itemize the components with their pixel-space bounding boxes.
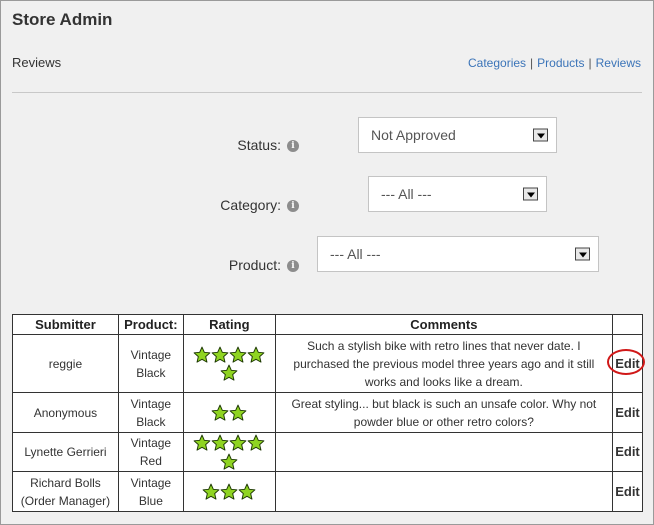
edit-cell: Edit	[611, 471, 644, 512]
product-cell: Vintage Blue	[117, 471, 184, 512]
edit-link[interactable]: Edit	[615, 484, 640, 499]
product-select[interactable]: --- All ---	[317, 236, 599, 272]
column-header-product: Product:	[117, 314, 184, 335]
info-icon[interactable]: i	[287, 260, 299, 273]
star-icon	[193, 434, 211, 451]
nav-link-products[interactable]: Products	[537, 56, 584, 70]
nav-separator: |	[530, 56, 534, 70]
star-icon	[220, 364, 238, 381]
column-header-submitter: Submitter	[12, 314, 119, 335]
edit-cell: Edit	[611, 392, 644, 433]
star-icon	[211, 346, 229, 363]
status-select-value: Not Approved	[371, 127, 456, 143]
star-icon	[211, 434, 229, 451]
rating-stars	[182, 432, 276, 472]
info-icon[interactable]: i	[287, 140, 299, 153]
edit-link[interactable]: Edit	[615, 405, 640, 420]
submitter-cell: Anonymous	[12, 392, 119, 433]
divider	[12, 92, 642, 93]
table-header-row: Submitter Product: Rating Comments	[12, 314, 644, 335]
dropdown-arrow-icon[interactable]	[533, 128, 548, 142]
star-icon	[238, 483, 256, 500]
star-icon	[247, 346, 265, 363]
dropdown-arrow-icon[interactable]	[575, 247, 590, 261]
column-header-actions	[611, 314, 644, 335]
edit-link[interactable]: Edit	[615, 444, 640, 459]
rating-stars	[182, 334, 276, 393]
category-select-value: --- All ---	[381, 186, 432, 202]
star-icon	[193, 346, 211, 363]
nav-link-categories[interactable]: Categories	[468, 56, 526, 70]
product-select-value: --- All ---	[330, 246, 381, 262]
status-label: Status:	[237, 137, 281, 153]
submitter-cell: reggie	[12, 334, 119, 393]
store-admin-panel: Store Admin Reviews Categories | Products |…	[0, 0, 654, 525]
product-cell: Vintage Black	[117, 334, 184, 393]
star-icon	[229, 404, 247, 421]
table-row: Anonymous Vintage Black Great styling...…	[12, 392, 644, 433]
page-title: Store Admin	[12, 10, 113, 29]
product-label: Product:	[228, 257, 281, 273]
star-icon	[247, 434, 265, 451]
table-row: Richard Bolls (Order Manager) Vintage Bl…	[12, 471, 644, 512]
section-title: Reviews	[12, 55, 62, 70]
star-icon	[211, 404, 229, 421]
star-icon	[220, 483, 238, 500]
dropdown-arrow-icon[interactable]	[523, 187, 538, 201]
star-icon	[229, 346, 247, 363]
category-select[interactable]: --- All ---	[368, 176, 547, 212]
product-label-row: Product: i	[201, 257, 299, 273]
product-cell: Vintage Black	[117, 392, 184, 433]
nav-link-reviews[interactable]: Reviews	[596, 56, 641, 70]
comment-cell	[274, 471, 613, 512]
comment-cell: Such a stylish bike with retro lines tha…	[274, 334, 613, 393]
product-cell: Vintage Red	[117, 432, 184, 472]
edit-cell: Edit	[611, 432, 644, 472]
highlight-circle	[606, 349, 645, 375]
status-label-row: Status: i	[201, 137, 299, 153]
table-row: reggie Vintage Black Such a stylish bike…	[12, 334, 645, 393]
category-label-row: Category: i	[191, 197, 299, 213]
nav-separator: |	[588, 56, 592, 70]
top-nav: Categories | Products | Reviews	[468, 56, 641, 70]
comment-cell	[274, 432, 613, 472]
submitter-cell: Lynette Gerrieri	[12, 432, 119, 472]
star-icon	[220, 453, 238, 470]
star-icon	[202, 483, 220, 500]
status-select[interactable]: Not Approved	[358, 117, 557, 153]
rating-stars	[182, 392, 276, 433]
comment-cell: Great styling... but black is such an un…	[274, 392, 613, 433]
column-header-rating: Rating	[182, 314, 276, 335]
rating-stars	[182, 471, 276, 512]
submitter-cell: Richard Bolls (Order Manager)	[12, 471, 119, 512]
edit-cell: Edit	[606, 334, 645, 393]
info-icon[interactable]: i	[287, 200, 299, 213]
reviews-table: Submitter Product: Rating Comments reggi…	[12, 314, 645, 512]
column-header-comments: Comments	[274, 314, 613, 335]
category-label: Category:	[220, 197, 281, 213]
table-row: Lynette Gerrieri Vintage Red Edit	[12, 432, 644, 472]
star-icon	[229, 434, 247, 451]
